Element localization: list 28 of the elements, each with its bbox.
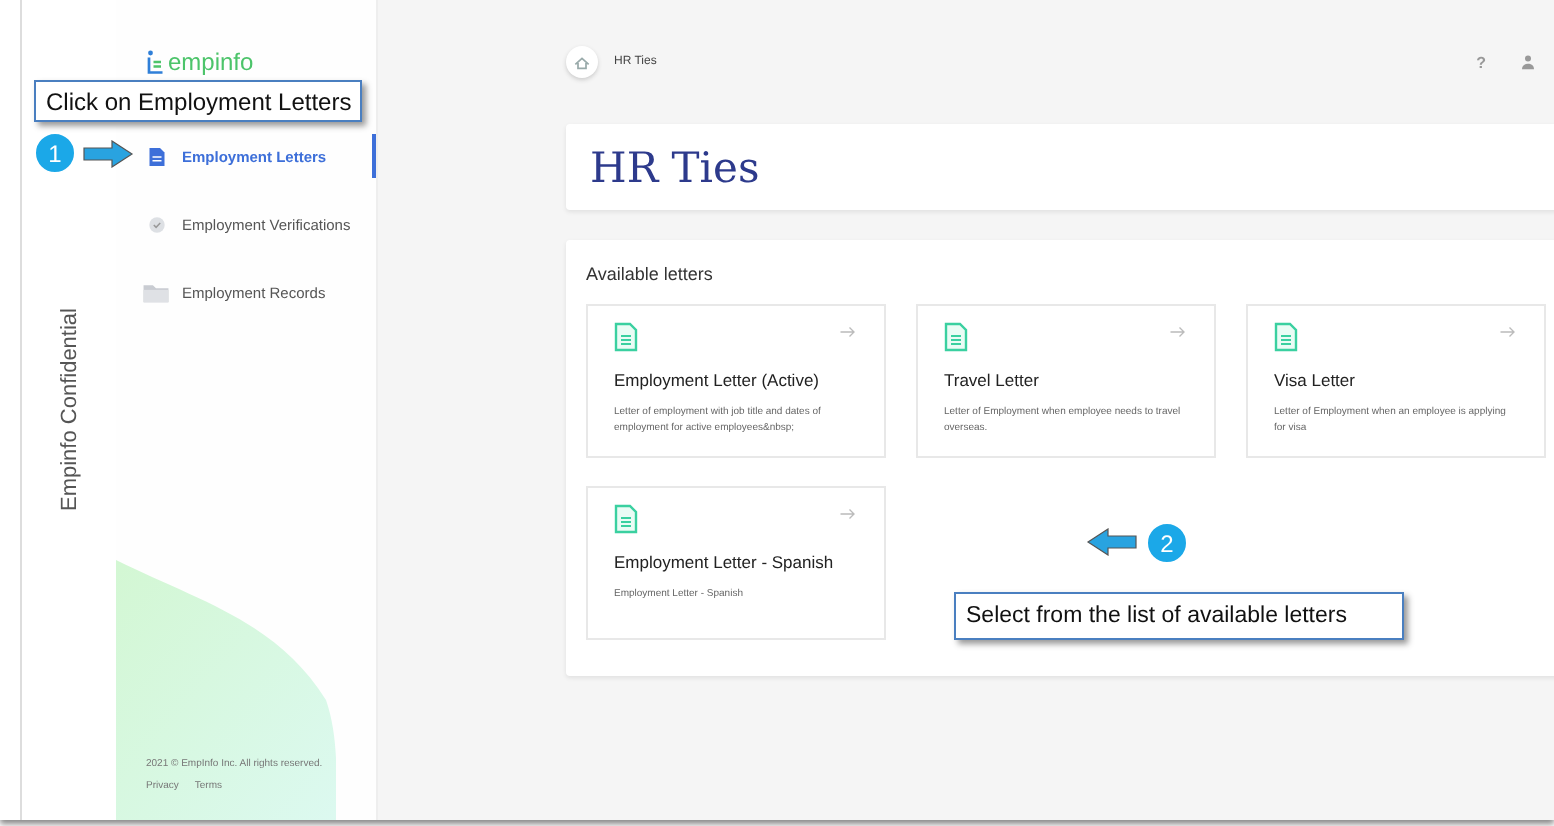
user-icon[interactable]: [1522, 54, 1534, 70]
document-icon: [148, 145, 166, 167]
pointer-arrow-icon: [82, 140, 134, 168]
home-button[interactable]: [566, 46, 598, 78]
document-icon: [1274, 322, 1298, 352]
folder-icon: [142, 281, 170, 303]
pointer-arrow-icon: [1086, 528, 1138, 556]
arrow-icon: [840, 508, 856, 520]
letter-title: Travel Letter: [944, 370, 1041, 390]
page-title: HR Ties: [590, 143, 760, 191]
arrow-icon: [840, 326, 856, 338]
document-icon: [614, 322, 638, 352]
section-title: Available letters: [586, 264, 715, 284]
callout-box: Select from the list of available letters: [954, 592, 1404, 640]
confidential-label: Empinfo Confidential: [57, 308, 81, 512]
letter-title: Employment Letter - Spanish: [614, 552, 836, 572]
logo-icon: [146, 48, 164, 76]
logo-text: empinfo: [168, 48, 254, 76]
letter-title: Employment Letter (Active): [614, 370, 822, 390]
step-badge: 1: [34, 132, 76, 174]
letter-title: Visa Letter: [1274, 370, 1357, 390]
document-icon: [614, 504, 638, 534]
document-icon: [944, 322, 968, 352]
arrow-icon: [1500, 326, 1516, 338]
arrow-icon: [1170, 326, 1186, 338]
check-badge-icon: [148, 213, 166, 235]
callout-box: Click on Employment Letters: [34, 80, 362, 122]
home-icon: [574, 55, 590, 69]
